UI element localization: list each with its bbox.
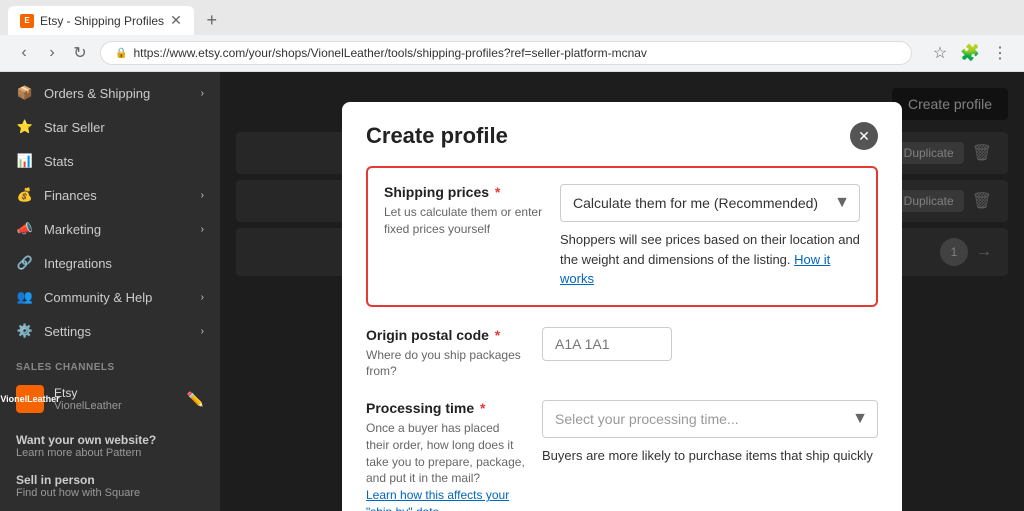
origin-postal-section: Origin postal code * Where do you ship p… xyxy=(366,327,878,381)
browser-actions: ☆ 🧩 ⋮ xyxy=(928,41,1012,65)
nav-buttons: ‹ › ↻ xyxy=(12,41,92,65)
chevron-icon: › xyxy=(201,224,204,235)
promo-square[interactable]: Sell in person Find out how with Square xyxy=(16,469,204,503)
processing-time-controls: Select your processing time... ▼ Buyers … xyxy=(542,400,878,511)
settings-icon: ⚙️ xyxy=(16,322,34,340)
promo-sub: Learn more about Pattern xyxy=(16,447,204,459)
integrations-icon: 🔗 xyxy=(16,254,34,272)
ship-by-date-link[interactable]: Learn how this affects your "ship by" da… xyxy=(366,488,509,511)
sidebar-item-label: Stats xyxy=(44,154,74,169)
modal-title: Create profile xyxy=(366,123,508,149)
required-marker: * xyxy=(476,400,485,416)
required-marker: * xyxy=(491,327,500,343)
processing-time-label: Processing time * xyxy=(366,400,526,416)
main-content: Create profile Duplicate 🗑 Duplicate 🗑 1… xyxy=(220,72,1024,511)
chevron-icon: › xyxy=(201,88,204,99)
marketing-icon: 📣 xyxy=(16,220,34,238)
url-bar[interactable]: 🔒 https://www.etsy.com/your/shops/Vionel… xyxy=(100,41,912,65)
promo-pattern[interactable]: Want your own website? Learn more about … xyxy=(16,429,204,463)
processing-time-helper: Buyers are more likely to purchase items… xyxy=(542,446,878,466)
modal-overlay: Create profile ✕ Shipping prices * Let u… xyxy=(220,72,1024,511)
chevron-icon: › xyxy=(201,292,204,303)
processing-time-dropdown-wrapper: Select your processing time... ▼ xyxy=(542,400,878,438)
required-marker: * xyxy=(491,184,500,200)
modal-header: Create profile ✕ xyxy=(342,102,902,150)
store-edit-button[interactable]: ✏️ xyxy=(187,391,204,408)
postal-code-input[interactable] xyxy=(542,327,672,361)
origin-postal-controls xyxy=(542,327,878,381)
processing-time-desc: Once a buyer has placed their order, how… xyxy=(366,420,526,511)
community-icon: 👥 xyxy=(16,288,34,306)
promo-sub: Find out how with Square xyxy=(16,487,204,499)
sidebar-item-label: Community & Help xyxy=(44,290,152,305)
processing-time-section: Processing time * Once a buyer has place… xyxy=(366,400,878,511)
processing-time-label-col: Processing time * Once a buyer has place… xyxy=(366,400,526,511)
shipping-prices-label-col: Shipping prices * Let us calculate them … xyxy=(384,184,544,289)
origin-postal-desc: Where do you ship packages from? xyxy=(366,347,526,381)
tab-close-button[interactable]: ✕ xyxy=(170,12,182,29)
shipping-prices-dropdown-wrapper: Calculate them for me (Recommended) ▼ xyxy=(560,184,860,222)
refresh-button[interactable]: ↻ xyxy=(68,41,92,65)
shipping-prices-select[interactable]: Calculate them for me (Recommended) xyxy=(560,184,860,222)
sidebar-nav: 📦 Orders & Shipping › ⭐ Star Seller 📊 St… xyxy=(0,72,220,352)
sidebar-item-marketing[interactable]: 📣 Marketing › xyxy=(0,212,220,246)
new-tab-button[interactable]: + xyxy=(198,7,226,35)
sidebar-item-label: Marketing xyxy=(44,222,101,237)
shipping-prices-desc: Let us calculate them or enter fixed pri… xyxy=(384,204,544,238)
origin-postal-label: Origin postal code * xyxy=(366,327,526,343)
finances-icon: 💰 xyxy=(16,186,34,204)
sidebar-item-label: Star Seller xyxy=(44,120,105,135)
sidebar-item-orders[interactable]: 📦 Orders & Shipping › xyxy=(0,76,220,110)
modal-body: Shipping prices * Let us calculate them … xyxy=(342,150,902,511)
extensions-icon[interactable]: 🧩 xyxy=(958,41,982,65)
store-icon: VionelLeather xyxy=(16,385,44,413)
bookmark-icon[interactable]: ☆ xyxy=(928,41,952,65)
sidebar-item-star[interactable]: ⭐ Star Seller xyxy=(0,110,220,144)
chevron-icon: › xyxy=(201,190,204,201)
forward-button[interactable]: › xyxy=(40,41,64,65)
sidebar-item-settings[interactable]: ⚙️ Settings › xyxy=(0,314,220,348)
sidebar-item-community[interactable]: 👥 Community & Help › xyxy=(0,280,220,314)
shipping-prices-helper: Shoppers will see prices based on their … xyxy=(560,230,860,289)
store-sub: VionelLeather xyxy=(54,400,177,412)
sidebar-item-integrations[interactable]: 🔗 Integrations xyxy=(0,246,220,280)
orders-icon: 📦 xyxy=(16,84,34,102)
tab-bar: E Etsy - Shipping Profiles ✕ + xyxy=(0,0,1024,35)
origin-postal-label-col: Origin postal code * Where do you ship p… xyxy=(366,327,526,381)
promo-title: Want your own website? xyxy=(16,433,204,447)
sidebar-item-stats[interactable]: 📊 Stats xyxy=(0,144,220,178)
sidebar-item-label: Orders & Shipping xyxy=(44,86,150,101)
sidebar: 📦 Orders & Shipping › ⭐ Star Seller 📊 St… xyxy=(0,72,220,511)
address-bar: ‹ › ↻ 🔒 https://www.etsy.com/your/shops/… xyxy=(0,35,1024,71)
chevron-icon: › xyxy=(201,326,204,337)
sidebar-item-label: Finances xyxy=(44,188,97,203)
active-tab[interactable]: E Etsy - Shipping Profiles ✕ xyxy=(8,6,194,35)
sidebar-item-label: Settings xyxy=(44,324,91,339)
url-text: https://www.etsy.com/your/shops/VionelLe… xyxy=(133,46,646,60)
lock-icon: 🔒 xyxy=(115,48,127,59)
tab-title: Etsy - Shipping Profiles xyxy=(40,14,164,28)
sidebar-item-label: Integrations xyxy=(44,256,112,271)
store-info: Etsy VionelLeather xyxy=(54,386,177,412)
back-button[interactable]: ‹ xyxy=(12,41,36,65)
store-name: Etsy xyxy=(54,386,177,400)
menu-icon[interactable]: ⋮ xyxy=(988,41,1012,65)
shipping-prices-label: Shipping prices * xyxy=(384,184,544,200)
promo-title: Sell in person xyxy=(16,473,204,487)
shipping-prices-controls: Calculate them for me (Recommended) ▼ Sh… xyxy=(560,184,860,289)
sidebar-store: VionelLeather Etsy VionelLeather ✏️ xyxy=(0,377,220,421)
browser-chrome: E Etsy - Shipping Profiles ✕ + ‹ › ↻ 🔒 h… xyxy=(0,0,1024,72)
tab-favicon: E xyxy=(20,14,34,28)
sales-channels-label: SALES CHANNELS xyxy=(0,352,220,377)
processing-time-select[interactable]: Select your processing time... xyxy=(542,400,878,438)
star-icon: ⭐ xyxy=(16,118,34,136)
modal-close-button[interactable]: ✕ xyxy=(850,122,878,150)
sidebar-item-finances[interactable]: 💰 Finances › xyxy=(0,178,220,212)
app-layout: 📦 Orders & Shipping › ⭐ Star Seller 📊 St… xyxy=(0,72,1024,511)
sidebar-promos: Want your own website? Learn more about … xyxy=(0,421,220,511)
create-profile-modal: Create profile ✕ Shipping prices * Let u… xyxy=(342,102,902,511)
stats-icon: 📊 xyxy=(16,152,34,170)
shipping-prices-section: Shipping prices * Let us calculate them … xyxy=(366,166,878,307)
